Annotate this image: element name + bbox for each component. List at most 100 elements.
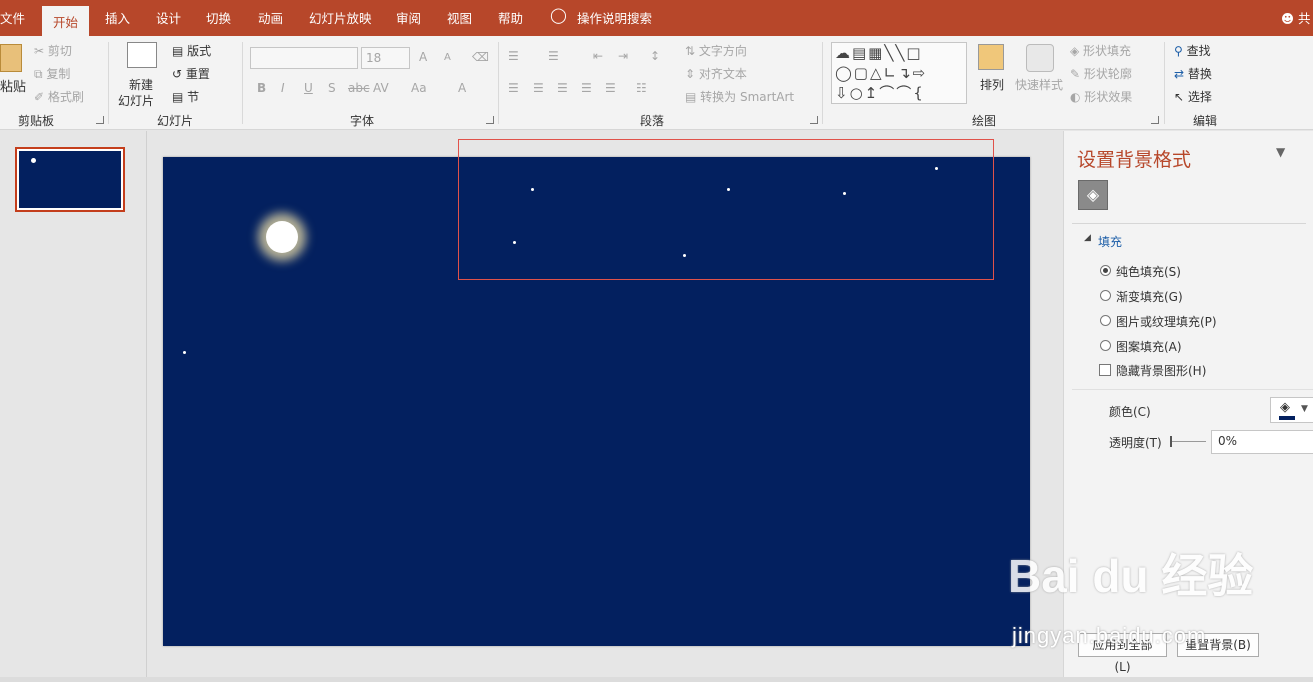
strikethrough-button[interactable]: abc <box>348 81 370 95</box>
transparency-input[interactable]: 0% <box>1211 430 1313 454</box>
color-swatch <box>1279 416 1295 420</box>
find-label: 查找 <box>1186 44 1211 58</box>
paste-button[interactable]: 粘贴 <box>0 76 26 95</box>
smartart-label: 转换为 SmartArt <box>700 90 795 104</box>
tab-transitions[interactable]: 切换 <box>206 8 231 27</box>
arrange-button[interactable]: 排列 <box>980 76 1004 93</box>
clipboard-launcher-icon[interactable] <box>96 116 104 124</box>
grow-font-button[interactable]: A <box>419 50 427 64</box>
tab-home[interactable]: 开始 <box>42 6 90 36</box>
cut-button[interactable]: ✂ 剪切 <box>34 42 72 59</box>
paragraph-launcher-icon[interactable] <box>810 116 818 124</box>
tab-view[interactable]: 视图 <box>447 8 472 27</box>
picture-fill-label[interactable]: 图片或纹理填充(P) <box>1116 313 1217 330</box>
decrease-indent-icon[interactable]: ⇤ <box>593 49 603 63</box>
tab-review[interactable]: 审阅 <box>396 8 421 27</box>
underline-button[interactable]: U <box>304 81 313 95</box>
shape-fill-button[interactable]: ◈ 形状填充 <box>1070 42 1131 59</box>
align-text-label: 对齐文本 <box>698 67 747 81</box>
reset-label: 重置 <box>185 67 210 81</box>
shape-outline-button[interactable]: ✎ 形状轮廓 <box>1070 65 1132 82</box>
clear-format-icon[interactable]: ⌫ <box>472 50 489 64</box>
shape-effects-button[interactable]: ◐ 形状效果 <box>1070 88 1132 105</box>
picture-fill-radio[interactable] <box>1100 315 1111 326</box>
font-name-combo[interactable] <box>250 47 358 69</box>
text-direction-button[interactable]: ⇅ 文字方向 <box>685 42 747 59</box>
gradient-fill-label[interactable]: 渐变填充(G) <box>1116 288 1183 305</box>
solid-fill-label[interactable]: 纯色填充(S) <box>1116 263 1181 280</box>
reset-button[interactable]: ↺ 重置 <box>172 65 210 82</box>
font-launcher-icon[interactable] <box>486 116 494 124</box>
replace-button[interactable]: ⇄ 替换 <box>1174 65 1212 82</box>
smartart-button[interactable]: ▤ 转换为 SmartArt <box>685 88 794 105</box>
quick-styles-button[interactable]: 快速样式 <box>1015 76 1063 93</box>
layout-button[interactable]: ▤ 版式 <box>172 42 211 59</box>
font-color-button[interactable]: A <box>458 81 466 95</box>
char-spacing-button[interactable]: AV <box>373 81 389 95</box>
shrink-font-button[interactable]: A <box>444 52 451 63</box>
justify-icon[interactable]: ☰ <box>581 81 592 95</box>
increase-indent-icon[interactable]: ⇥ <box>618 49 628 63</box>
find-button[interactable]: ⚲ 查找 <box>1174 42 1211 59</box>
star-shape[interactable] <box>183 351 186 354</box>
shadow-button[interactable]: S <box>328 81 336 95</box>
copy-button[interactable]: ⧉ 复制 <box>34 65 70 82</box>
layout-label: 版式 <box>187 44 212 58</box>
change-case-button[interactable]: Aa <box>411 81 427 95</box>
collapse-triangle-icon[interactable]: ◢ <box>1084 233 1091 243</box>
new-slide-label2[interactable]: 幻灯片 <box>118 92 154 109</box>
transparency-label: 透明度(T) <box>1109 436 1162 450</box>
drawing-launcher-icon[interactable] <box>1151 116 1159 124</box>
chevron-down-icon: ▼ <box>1301 404 1308 414</box>
replace-label: 替换 <box>1187 67 1212 81</box>
gradient-fill-radio[interactable] <box>1100 290 1111 301</box>
hide-graphics-label[interactable]: 隐藏背景图形(H) <box>1116 362 1206 379</box>
select-button[interactable]: ↖ 选择 <box>1174 88 1212 105</box>
fill-section-header[interactable]: 填充 <box>1098 233 1122 250</box>
shape-icons: ☁▤▦╲╲□ ◯▢△∟↴⇨ ⇩○↥⌒⌒{ <box>835 44 928 102</box>
color-picker-button[interactable]: ◈ ▼ <box>1270 397 1313 423</box>
select-label: 选择 <box>1187 90 1212 104</box>
shapes-gallery[interactable]: ☁▤▦╲╲□ ◯▢△∟↴⇨ ⇩○↥⌒⌒{ <box>831 42 967 104</box>
pane-menu-icon[interactable]: ▼ <box>1276 145 1285 159</box>
share-button[interactable]: ☻ 共 <box>1281 8 1311 27</box>
format-painter-button[interactable]: ✐ 格式刷 <box>34 88 84 105</box>
slide-thumbnail-1[interactable] <box>15 147 125 212</box>
align-left-icon[interactable]: ☰ <box>508 81 519 95</box>
bold-button[interactable]: B <box>257 81 266 95</box>
tab-help[interactable]: 帮助 <box>498 8 523 27</box>
transparency-slider[interactable] <box>1170 441 1206 442</box>
align-right-icon[interactable]: ☰ <box>557 81 568 95</box>
tell-me-search[interactable]: 操作说明搜索 <box>577 8 652 27</box>
tab-design[interactable]: 设计 <box>156 8 181 27</box>
numbering-icon[interactable]: ☰ <box>548 49 559 63</box>
columns-icon[interactable]: ☷ <box>636 81 647 95</box>
tab-animations[interactable]: 动画 <box>258 8 283 27</box>
pattern-fill-radio[interactable] <box>1100 340 1111 351</box>
hide-graphics-checkbox[interactable] <box>1099 364 1111 376</box>
line-spacing-icon[interactable]: ↕ <box>650 49 660 63</box>
editing-group-label: 编辑 <box>1193 114 1218 128</box>
new-slide-button[interactable]: 新建 <box>129 76 153 93</box>
pattern-fill-label[interactable]: 图案填充(A) <box>1116 338 1182 355</box>
solid-fill-radio[interactable] <box>1100 265 1111 276</box>
section-button[interactable]: ▤ 节 <box>172 88 199 105</box>
align-text-button[interactable]: ⇕ 对齐文本 <box>685 65 747 82</box>
color-label: 颜色(C) <box>1109 405 1151 419</box>
paragraph-group-label: 段落 <box>640 114 665 128</box>
shape-outline-label: 形状轮廓 <box>1083 67 1132 81</box>
fill-bucket-icon[interactable]: ◈ <box>1078 180 1108 210</box>
moon-shape[interactable] <box>266 221 298 253</box>
ribbon-tab-bar: 文件 开始 插入 设计 切换 动画 幻灯片放映 审阅 视图 帮助 ◯ 操作说明搜… <box>0 0 1313 36</box>
bullets-icon[interactable]: ☰ <box>508 49 519 63</box>
distributed-icon[interactable]: ☰ <box>605 81 616 95</box>
align-center-icon[interactable]: ☰ <box>533 81 544 95</box>
tab-slideshow[interactable]: 幻灯片放映 <box>309 8 372 27</box>
paint-bucket-icon: ◈ <box>1280 400 1290 415</box>
italic-button[interactable]: I <box>281 81 285 95</box>
font-size-combo[interactable]: 18 <box>361 47 410 69</box>
tab-file[interactable]: 文件 <box>0 8 25 27</box>
slide-thumbnail-panel <box>0 131 146 682</box>
tab-insert[interactable]: 插入 <box>105 8 130 27</box>
slider-thumb[interactable] <box>1170 436 1172 447</box>
